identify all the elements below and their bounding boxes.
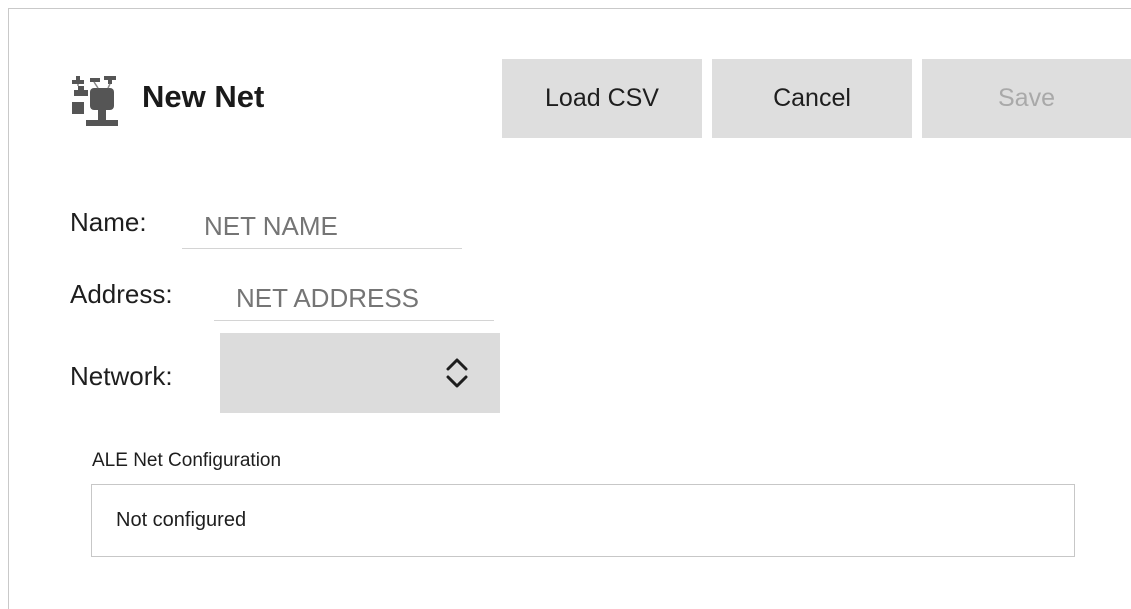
address-label: Address: <box>70 279 173 309</box>
name-input[interactable] <box>182 204 462 249</box>
ale-config-value: Not configured <box>116 509 247 531</box>
network-select[interactable] <box>220 333 500 413</box>
network-tree-icon <box>72 76 118 126</box>
address-input[interactable] <box>214 276 494 321</box>
load-csv-button[interactable]: Load CSV <box>502 59 702 138</box>
save-button[interactable]: Save <box>922 59 1131 138</box>
ale-config-box[interactable]: Not configured <box>91 484 1075 557</box>
page-title: New Net <box>142 79 265 114</box>
chevron-up-down-icon <box>446 358 468 388</box>
cancel-button[interactable]: Cancel <box>712 59 912 138</box>
network-label: Network: <box>70 361 173 391</box>
name-label: Name: <box>70 207 147 237</box>
ale-config-label: ALE Net Configuration <box>92 450 282 471</box>
